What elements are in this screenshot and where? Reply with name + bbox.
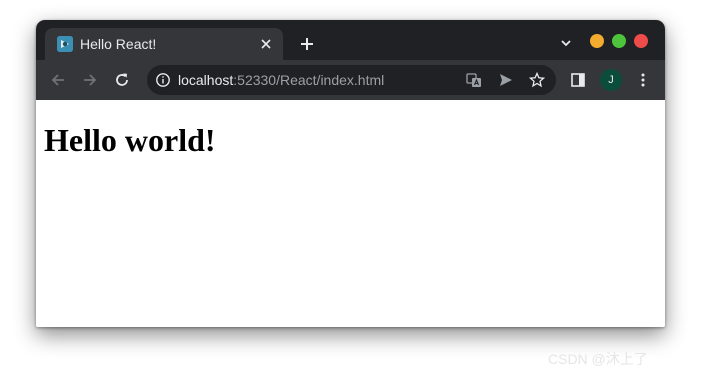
translate-icon[interactable]: [465, 71, 483, 89]
close-icon[interactable]: [257, 35, 275, 53]
reload-icon[interactable]: [112, 70, 132, 90]
page-heading: Hello world!: [44, 122, 216, 158]
star-icon[interactable]: [528, 71, 546, 89]
browser-window: Hello React! localhost:52330/React/index…: [36, 20, 665, 327]
address-bar[interactable]: localhost:52330/React/index.html: [147, 65, 556, 95]
url-text: localhost:52330/React/index.html: [178, 72, 384, 88]
url-host: localhost: [178, 72, 234, 88]
tab-title: Hello React!: [80, 36, 157, 52]
send-icon[interactable]: [497, 71, 515, 89]
plus-icon[interactable]: [297, 34, 317, 54]
chevron-down-icon[interactable]: [559, 36, 573, 50]
close-window-button[interactable]: [634, 34, 648, 48]
toolbar: localhost:52330/React/index.html J: [36, 60, 665, 100]
tab-hello-react[interactable]: Hello React!: [45, 28, 283, 60]
tab-strip: Hello React!: [36, 20, 665, 60]
avatar[interactable]: J: [600, 69, 622, 91]
react-favicon-icon: [57, 36, 73, 52]
watermark: CSDN @沐上了: [548, 351, 648, 367]
more-vert-icon[interactable]: [633, 70, 653, 90]
url-path: :52330/React/index.html: [233, 72, 385, 88]
forward-arrow-icon[interactable]: [80, 70, 100, 90]
side-panel-icon[interactable]: [568, 70, 588, 90]
maximize-button[interactable]: [612, 34, 626, 48]
info-icon[interactable]: [155, 72, 171, 88]
page-content: Hello world!: [36, 100, 665, 327]
minimize-button[interactable]: [590, 34, 604, 48]
back-arrow-icon[interactable]: [48, 70, 68, 90]
